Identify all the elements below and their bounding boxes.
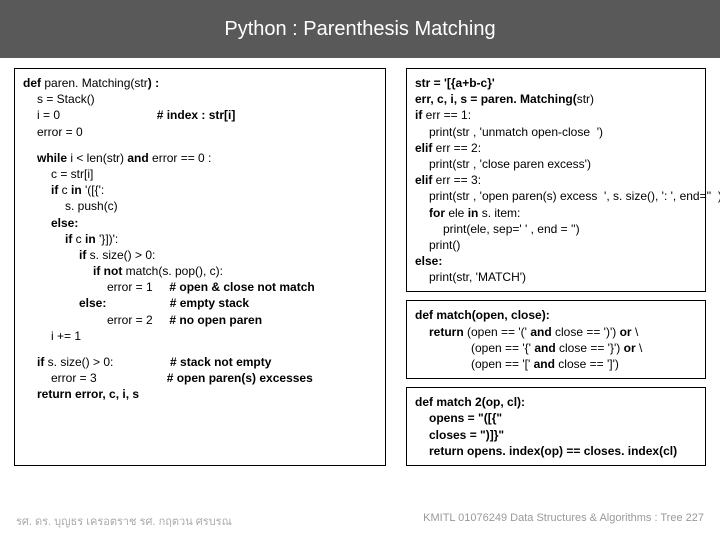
code-line: error = 2 # no open paren bbox=[23, 312, 377, 328]
code-line: for ele in s. item: bbox=[415, 205, 697, 221]
code-line: else: bbox=[23, 215, 377, 231]
code-line: closes = ")]}" bbox=[415, 427, 697, 443]
code-line: if err == 1: bbox=[415, 107, 697, 123]
footer-authors: รศ. ดร. บุญธร เครอตราช รศ. กฤตวน ศรบรณ bbox=[16, 512, 232, 530]
code-line: print() bbox=[415, 237, 697, 253]
code-line: print(str , 'close paren excess') bbox=[415, 156, 697, 172]
footer-course: KMITL 01076249 Data Structures & Algorit… bbox=[423, 512, 704, 530]
code-line: if c in '}])': bbox=[23, 231, 377, 247]
code-line: if c in '([{': bbox=[23, 182, 377, 198]
code-line: err, c, i, s = paren. Matching(str) bbox=[415, 91, 697, 107]
code-line: if not match(s. pop(), c): bbox=[23, 263, 377, 279]
code-line: print(str , 'unmatch open-close ') bbox=[415, 124, 697, 140]
code-line: print(str , 'open paren(s) excess ', s. … bbox=[415, 188, 697, 204]
code-line: while i < len(str) and error == 0 : bbox=[23, 150, 377, 166]
code-line: else: bbox=[415, 253, 697, 269]
code-line: def match(open, close): bbox=[415, 307, 697, 323]
code-line: return opens. index(op) == closes. index… bbox=[415, 443, 697, 459]
code-box-match2: def match 2(op, cl): opens = "([{" close… bbox=[406, 387, 706, 466]
right-column: str = '[{a+b-c}' err, c, i, s = paren. M… bbox=[406, 68, 706, 466]
code-line: def match 2(op, cl): bbox=[415, 394, 697, 410]
code-line: i = 0 # index : str[i] bbox=[23, 107, 377, 123]
code-line: i += 1 bbox=[23, 328, 377, 344]
code-box-main: def paren. Matching(str) : s = Stack() i… bbox=[14, 68, 386, 466]
content-area: def paren. Matching(str) : s = Stack() i… bbox=[0, 58, 720, 466]
code-line: elif err == 3: bbox=[415, 172, 697, 188]
code-line: if s. size() > 0: # stack not empty bbox=[23, 354, 377, 370]
slide-header: Python : Parenthesis Matching bbox=[0, 0, 720, 58]
slide-footer: รศ. ดร. บุญธร เครอตราช รศ. กฤตวน ศรบรณ K… bbox=[0, 512, 720, 530]
code-line: return (open == '(' and close == ')') or… bbox=[415, 324, 697, 340]
code-line: elif err == 2: bbox=[415, 140, 697, 156]
code-line: def paren. Matching(str) : bbox=[23, 75, 377, 91]
code-line: str = '[{a+b-c}' bbox=[415, 75, 697, 91]
code-line: error = 0 bbox=[23, 124, 377, 140]
code-line: else: # empty stack bbox=[23, 295, 377, 311]
code-line: opens = "([{" bbox=[415, 410, 697, 426]
code-line: (open == '{' and close == '}') or \ bbox=[415, 340, 697, 356]
slide-title: Python : Parenthesis Matching bbox=[224, 18, 495, 41]
code-line: error = 3 # open paren(s) excesses bbox=[23, 370, 377, 386]
code-line: if s. size() > 0: bbox=[23, 247, 377, 263]
code-line: print(ele, sep=' ' , end = '') bbox=[415, 221, 697, 237]
code-line: (open == '[' and close == ']') bbox=[415, 356, 697, 372]
code-line: print(str, 'MATCH') bbox=[415, 269, 697, 285]
code-line: error = 1 # open & close not match bbox=[23, 279, 377, 295]
code-line: return error, c, i, s bbox=[23, 386, 377, 402]
code-box-match: def match(open, close): return (open == … bbox=[406, 300, 706, 379]
code-line: c = str[i] bbox=[23, 166, 377, 182]
code-line: s. push(c) bbox=[23, 198, 377, 214]
code-box-test: str = '[{a+b-c}' err, c, i, s = paren. M… bbox=[406, 68, 706, 292]
code-line: s = Stack() bbox=[23, 91, 377, 107]
